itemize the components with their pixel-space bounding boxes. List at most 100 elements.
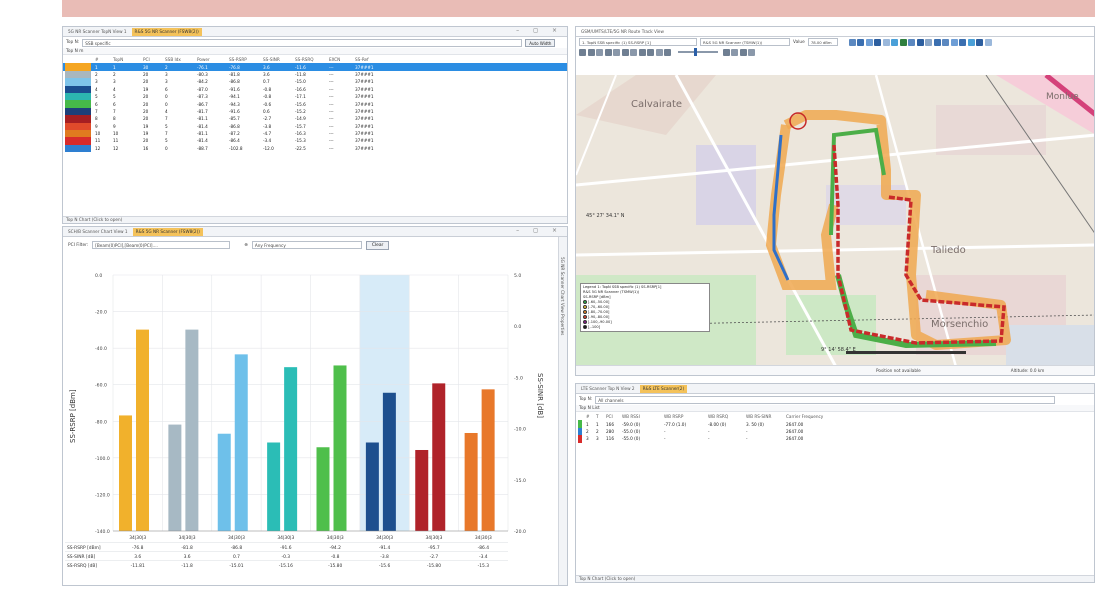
map-zoom-slider[interactable] bbox=[677, 48, 718, 56]
color-swatch bbox=[65, 122, 91, 130]
table-row[interactable]: 5 5 20 0 -87.3 -94.1 -0.8 -17.1 --- 37###1 bbox=[63, 92, 567, 101]
toolbar-tool-icon[interactable] bbox=[638, 48, 646, 56]
toolbar-tool-icon[interactable] bbox=[647, 48, 654, 56]
table-row[interactable]: 3 3 20 3 -84.2 -86.8 0.7 -15.0 --- 37###1 bbox=[63, 78, 567, 86]
lte-col-pci[interactable]: PCI bbox=[604, 413, 620, 420]
toolbar-tool-icon[interactable] bbox=[621, 48, 629, 56]
window-controls[interactable]: – ◻ × bbox=[516, 27, 563, 34]
toolbar-tool-icon[interactable] bbox=[587, 48, 595, 56]
table-cell: 6 bbox=[165, 86, 168, 92]
toolbar-tool-icon[interactable] bbox=[848, 38, 856, 46]
map-device-select[interactable]: R&S 5G NR Scanner (TSMW(1)) bbox=[700, 38, 790, 46]
toolbar-tool-icon[interactable] bbox=[596, 48, 603, 56]
col-num[interactable]: # bbox=[93, 56, 111, 63]
tab-lte-topn[interactable]: LTE Scanner Top N View 2 bbox=[578, 385, 638, 393]
sinr-bar bbox=[382, 392, 396, 531]
topn-status[interactable]: Top N Chart (Click to open) bbox=[63, 216, 567, 223]
tab-chart-scanner[interactable]: R&S 5G NR Scanner (FSW8(2)) bbox=[132, 227, 203, 236]
lte-col-freq[interactable]: Carrier Frequency bbox=[784, 413, 1094, 420]
color-swatch bbox=[65, 137, 91, 145]
map-series-select[interactable]: 1. TopN SSB specific (1) SS-RSRP [1] bbox=[579, 38, 697, 46]
col-excn[interactable]: EXCN bbox=[327, 56, 353, 63]
table-cell: -81.7 bbox=[197, 108, 208, 114]
toolbar-tool-icon[interactable] bbox=[984, 38, 992, 46]
toolbar-tool-icon[interactable] bbox=[950, 38, 958, 46]
toolbar-tool-icon[interactable] bbox=[959, 38, 967, 46]
toolbar-tool-icon[interactable] bbox=[942, 38, 950, 46]
table-row[interactable]: 2 2 280 -55.0 (0) - - - 2647.00 bbox=[576, 427, 1094, 436]
toolbar-tool-icon[interactable] bbox=[933, 38, 941, 46]
table-row[interactable]: 2 2 20 3 -80.3 -81.8 3.6 -11.8 --- 37###1 bbox=[63, 70, 567, 79]
toolbar-tool-icon[interactable] bbox=[731, 48, 738, 56]
table-row[interactable]: 12 12 16 0 -88.7 -102.8 -12.0 -22.5 --- 37###1 bbox=[63, 144, 567, 153]
lte-col-rssi[interactable]: WB RSSI bbox=[620, 413, 662, 420]
table-cell: -11.8 bbox=[295, 71, 306, 77]
col-rsrp[interactable]: SS-RSRP bbox=[227, 56, 261, 63]
toolbar-tool-icon[interactable] bbox=[613, 48, 620, 56]
table-row[interactable]: 8 8 20 7 -81.1 -85.7 -2.7 -14.9 --- 37###1 bbox=[63, 115, 567, 123]
tab-chart-view[interactable]: SCH/B Scanner Chart View 1 bbox=[65, 228, 131, 236]
frequency-select[interactable]: Any Frequency bbox=[251, 241, 362, 249]
toolbar-tool-icon[interactable] bbox=[579, 48, 586, 56]
toolbar-tool-icon[interactable] bbox=[976, 38, 984, 46]
table-row[interactable]: 1 1 166 -59.0 (0) -77.0 (1.0) -8.00 (0) 3. 50 … bbox=[576, 420, 1094, 428]
toolbar-tool-icon[interactable] bbox=[630, 48, 637, 56]
toolbar-tool-icon[interactable] bbox=[899, 38, 907, 46]
table-row[interactable]: 9 9 19 5 -81.4 -86.8 -3.8 -15.7 --- 37###1 bbox=[63, 122, 567, 130]
table-cell: 30 bbox=[141, 63, 163, 71]
toolbar-tool-icon[interactable] bbox=[891, 38, 899, 46]
col-power[interactable]: Power bbox=[195, 56, 227, 63]
tab-lte-scanner[interactable]: R&S LTE Scanner(2) bbox=[639, 384, 688, 393]
auto-width-button[interactable]: Auto Width bbox=[525, 38, 556, 47]
map-label-taliedo: Taliedo bbox=[930, 245, 966, 256]
lte-col-num[interactable]: # bbox=[584, 413, 594, 420]
toolbar-tool-icon[interactable] bbox=[916, 38, 924, 46]
chart-window-controls[interactable]: – ◻ × bbox=[516, 227, 563, 234]
chart-table-value: 0.7 bbox=[233, 554, 240, 560]
pci-filter-input[interactable]: [Beam(0)PCI],[Beam(0)PCI].... bbox=[92, 241, 231, 249]
table-row[interactable]: 3 3 116 -55.0 (0) - - - 2647.00 bbox=[576, 435, 1094, 443]
lte-col-rsrp[interactable]: WB RSRP bbox=[662, 413, 706, 420]
map-value-input[interactable]: 78.00 dBm bbox=[807, 38, 838, 46]
lte-topn-select[interactable]: All channels bbox=[595, 395, 1056, 404]
lte-col-t[interactable]: T bbox=[594, 413, 604, 420]
map-canvas[interactable]: Calvairate Monlue Taliedo Morsenchio 45°… bbox=[576, 75, 1094, 367]
col-ref[interactable]: SS-Ref bbox=[353, 56, 567, 63]
legend-label: [-100,-90.00] bbox=[588, 320, 612, 324]
chart-properties-sidebar[interactable]: 5G NR Scanner Chart View Properties bbox=[558, 237, 567, 585]
table-cell: - bbox=[664, 436, 666, 442]
toolbar-tool-icon[interactable] bbox=[865, 38, 873, 46]
toolbar-tool-icon[interactable] bbox=[604, 48, 612, 56]
col-pci[interactable]: PCI bbox=[141, 56, 163, 63]
table-row[interactable]: 10 10 19 7 -81.1 -87.2 -4.7 -16.3 --- 37###1 bbox=[63, 129, 567, 138]
color-swatch bbox=[578, 420, 582, 428]
lte-status[interactable]: Top N Chart (Click to open) bbox=[576, 575, 1094, 582]
lte-col-sinr[interactable]: WB RS-SINR bbox=[744, 413, 784, 420]
toolbar-tool-icon[interactable] bbox=[739, 48, 747, 56]
table-row[interactable]: 7 7 20 4 -81.7 -91.6 0.6 -15.2 --- 37###1 bbox=[63, 107, 567, 116]
toolbar-tool-icon[interactable] bbox=[874, 38, 882, 46]
toolbar-tool-icon[interactable] bbox=[857, 38, 865, 46]
topn-select[interactable]: SSB specific bbox=[82, 38, 523, 47]
table-row[interactable]: 1 1 30 2 -76.1 -76.8 3.6 -11.6 --- 37###1 bbox=[63, 63, 567, 71]
clear-button[interactable]: Clear bbox=[365, 240, 390, 250]
table-row[interactable]: 11 11 20 5 -81.4 -86.4 -3.4 -15.3 --- 37###1 bbox=[63, 137, 567, 145]
lte-col-rsrq[interactable]: WB RSRQ bbox=[706, 413, 744, 420]
toolbar-tool-icon[interactable] bbox=[967, 38, 975, 46]
toolbar-tool-icon[interactable] bbox=[925, 38, 933, 46]
table-row[interactable]: 4 4 19 6 -87.0 -91.6 -0.8 -16.6 --- 37###1 bbox=[63, 85, 567, 93]
toolbar-tool-icon[interactable] bbox=[908, 38, 916, 46]
map-zoom-thumb[interactable] bbox=[693, 48, 697, 56]
tab-topn-view[interactable]: 5G NR Scanner TopN View 1 bbox=[65, 28, 130, 36]
toolbar-tool-icon[interactable] bbox=[722, 48, 730, 56]
table-row[interactable]: 6 6 20 0 -86.7 -94.3 -0.6 -15.6 --- 37###1 bbox=[63, 100, 567, 108]
toolbar-tool-icon[interactable] bbox=[748, 48, 755, 56]
col-sinr[interactable]: SS-SINR bbox=[261, 56, 293, 63]
toolbar-tool-icon[interactable] bbox=[664, 48, 671, 56]
toolbar-tool-icon[interactable] bbox=[655, 48, 663, 56]
col-ssb[interactable]: SSB Idx bbox=[163, 56, 195, 63]
col-topn[interactable]: TopN bbox=[111, 56, 141, 63]
tab-scanner[interactable]: R&S 5G NR Scanner (FSW8(2)) bbox=[131, 27, 202, 36]
toolbar-tool-icon[interactable] bbox=[882, 38, 890, 46]
col-rsrq[interactable]: SS-RSRQ bbox=[293, 56, 327, 63]
